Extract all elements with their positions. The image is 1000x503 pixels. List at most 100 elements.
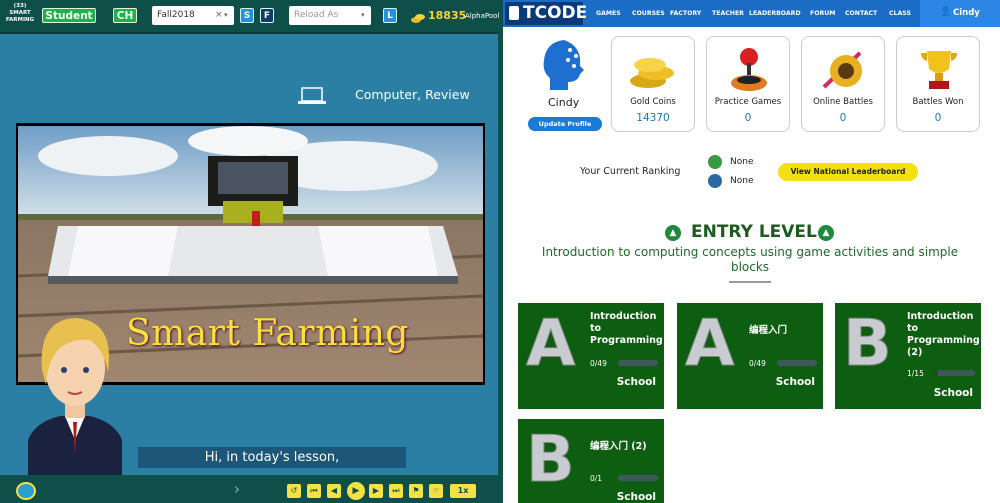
student-button[interactable]: Student [42, 8, 96, 23]
course-progress-fill [935, 370, 938, 376]
stat-card-practice-games: Practice Games 0 [706, 36, 790, 132]
course-progress: 0/1 [590, 474, 603, 483]
course-school: School [616, 376, 656, 388]
coin-count: 18835 [428, 9, 467, 22]
ch-button[interactable]: CH [113, 8, 137, 23]
course-title: 编程入门 (2) [590, 441, 647, 452]
alphapool-label: AlphaPool [465, 12, 500, 20]
stat-label: Gold Coins [630, 97, 676, 107]
play-icon[interactable]: ▶ [347, 482, 365, 500]
skip-back-icon[interactable]: ⏮ [307, 484, 321, 498]
gold-coins-icon [630, 58, 674, 88]
lesson-badge: (33) SMART FARMING [4, 3, 36, 24]
profile-avatar-icon [538, 36, 590, 92]
presenter-avatar [20, 310, 130, 475]
user-menu[interactable]: 👤 Cindy [920, 0, 1000, 27]
local-rank-value: None [730, 157, 754, 167]
stat-label: Practice Games [714, 97, 782, 107]
course-progress: 1/15 [907, 369, 924, 378]
lesson-badge-number: (33) [13, 3, 27, 9]
course-progress-bar [777, 360, 817, 366]
step-back-icon[interactable]: ◀ [327, 484, 341, 498]
course-letter: B [843, 307, 893, 382]
brand-logo[interactable]: TCODE [505, 2, 587, 25]
course-title: Introduction to Programming [590, 311, 663, 346]
stat-label: Battles Won [912, 97, 964, 107]
replay-icon[interactable]: ↺ [287, 484, 301, 498]
nav-teacher[interactable]: TEACHER [712, 0, 744, 27]
l-button[interactable]: L [383, 8, 397, 23]
course-title: Introduction to Programming (2) [907, 311, 980, 358]
level-subtitle: Introduction to computing concepts using… [541, 245, 959, 274]
nav-courses[interactable]: COURSES [632, 0, 665, 27]
s-button[interactable]: S [240, 8, 254, 23]
term-value: Fall2018 [157, 10, 195, 20]
device-label: Computer, Review [355, 87, 470, 102]
nav-leaderboard[interactable]: LEADERBOARD [749, 0, 801, 27]
video-title: Smart Farming [126, 313, 409, 354]
globe-icon [708, 174, 722, 188]
profile-name: Cindy [548, 96, 580, 109]
hand-icon[interactable]: ☞ [429, 484, 443, 498]
chevron-down-icon: ▾ [361, 11, 365, 19]
toolbar-divider [0, 32, 503, 34]
course-progress-bar [618, 475, 658, 481]
coins-icon [411, 9, 425, 23]
reload-placeholder: Reload As [294, 10, 339, 20]
shield-icon [509, 6, 519, 20]
joystick-icon [731, 48, 767, 91]
ranking-label: Your Current Ranking [580, 166, 681, 177]
stat-value: 0 [839, 112, 847, 124]
nav-forum[interactable]: FORUM [810, 0, 835, 27]
course-card[interactable]: A Introduction to Programming 0/49 Schoo… [518, 303, 664, 409]
course-letter: A [526, 307, 577, 382]
course-progress: 0/49 [590, 359, 607, 368]
f-button[interactable]: F [260, 8, 274, 23]
step-forward-icon[interactable]: ▶ [369, 484, 383, 498]
speed-button[interactable]: 1x [450, 484, 476, 498]
lesson-badge-line2: FARMING [5, 17, 35, 23]
runner-icon[interactable]: ⚑ [409, 484, 423, 498]
nav-games[interactable]: GAMES [596, 0, 621, 27]
reload-as-select[interactable]: Reload As ▾ [289, 6, 371, 25]
local-rank-icon [708, 155, 722, 169]
level-badge-icon: ▲ [665, 225, 681, 241]
trophy-icon [921, 51, 957, 89]
level-title: ENTRY LEVEL [691, 222, 817, 242]
course-card[interactable]: B Introduction to Programming (2) 1/15 S… [835, 303, 981, 409]
course-school: School [616, 491, 656, 503]
stat-value: 0 [744, 112, 752, 124]
chevron-down-icon: ▾ [224, 11, 228, 19]
laptop-icon [298, 87, 326, 105]
subtitle-caption: Hi, in today's lesson, [138, 447, 406, 468]
course-school: School [933, 387, 973, 399]
course-letter: B [526, 423, 576, 498]
nav-contact[interactable]: CONTACT [845, 0, 877, 27]
stat-value: 0 [934, 112, 942, 124]
term-select[interactable]: Fall2018 × ▾ [152, 6, 234, 25]
user-icon: 👤 [940, 7, 952, 17]
stat-card-battles-won: Battles Won 0 [896, 36, 980, 132]
update-profile-button[interactable]: Update Profile [528, 117, 602, 131]
stat-value: 14370 [636, 112, 670, 124]
nav-class[interactable]: CLASS [889, 0, 911, 27]
player-controls [0, 475, 503, 503]
course-card[interactable]: A 编程入门 0/49 School [677, 303, 823, 409]
top-nav: TCODE GAMES COURSES FACTORY TEACHER LEAD… [503, 0, 1000, 27]
skip-forward-icon[interactable]: ⏭ [389, 484, 403, 498]
stat-card-gold-coins: Gold Coins 14370 [611, 36, 695, 132]
nav-factory[interactable]: FACTORY [670, 0, 701, 27]
term-clear-icon[interactable]: × [215, 6, 223, 25]
course-title: 编程入门 [749, 325, 788, 336]
course-progress-bar [618, 360, 658, 366]
view-leaderboard-button[interactable]: View National Leaderboard [778, 163, 918, 181]
course-progress-bar [935, 370, 975, 376]
music-icon[interactable] [16, 482, 36, 500]
user-name: Cindy [953, 8, 980, 18]
stat-card-online-battles: Online Battles 0 [801, 36, 885, 132]
chevron-right-icon[interactable]: › [234, 480, 240, 498]
course-card[interactable]: B 编程入门 (2) 0/1 School [518, 419, 664, 503]
brand-name: TCODE [523, 3, 588, 23]
course-letter: A [685, 307, 736, 382]
battle-shield-icon [822, 51, 862, 89]
